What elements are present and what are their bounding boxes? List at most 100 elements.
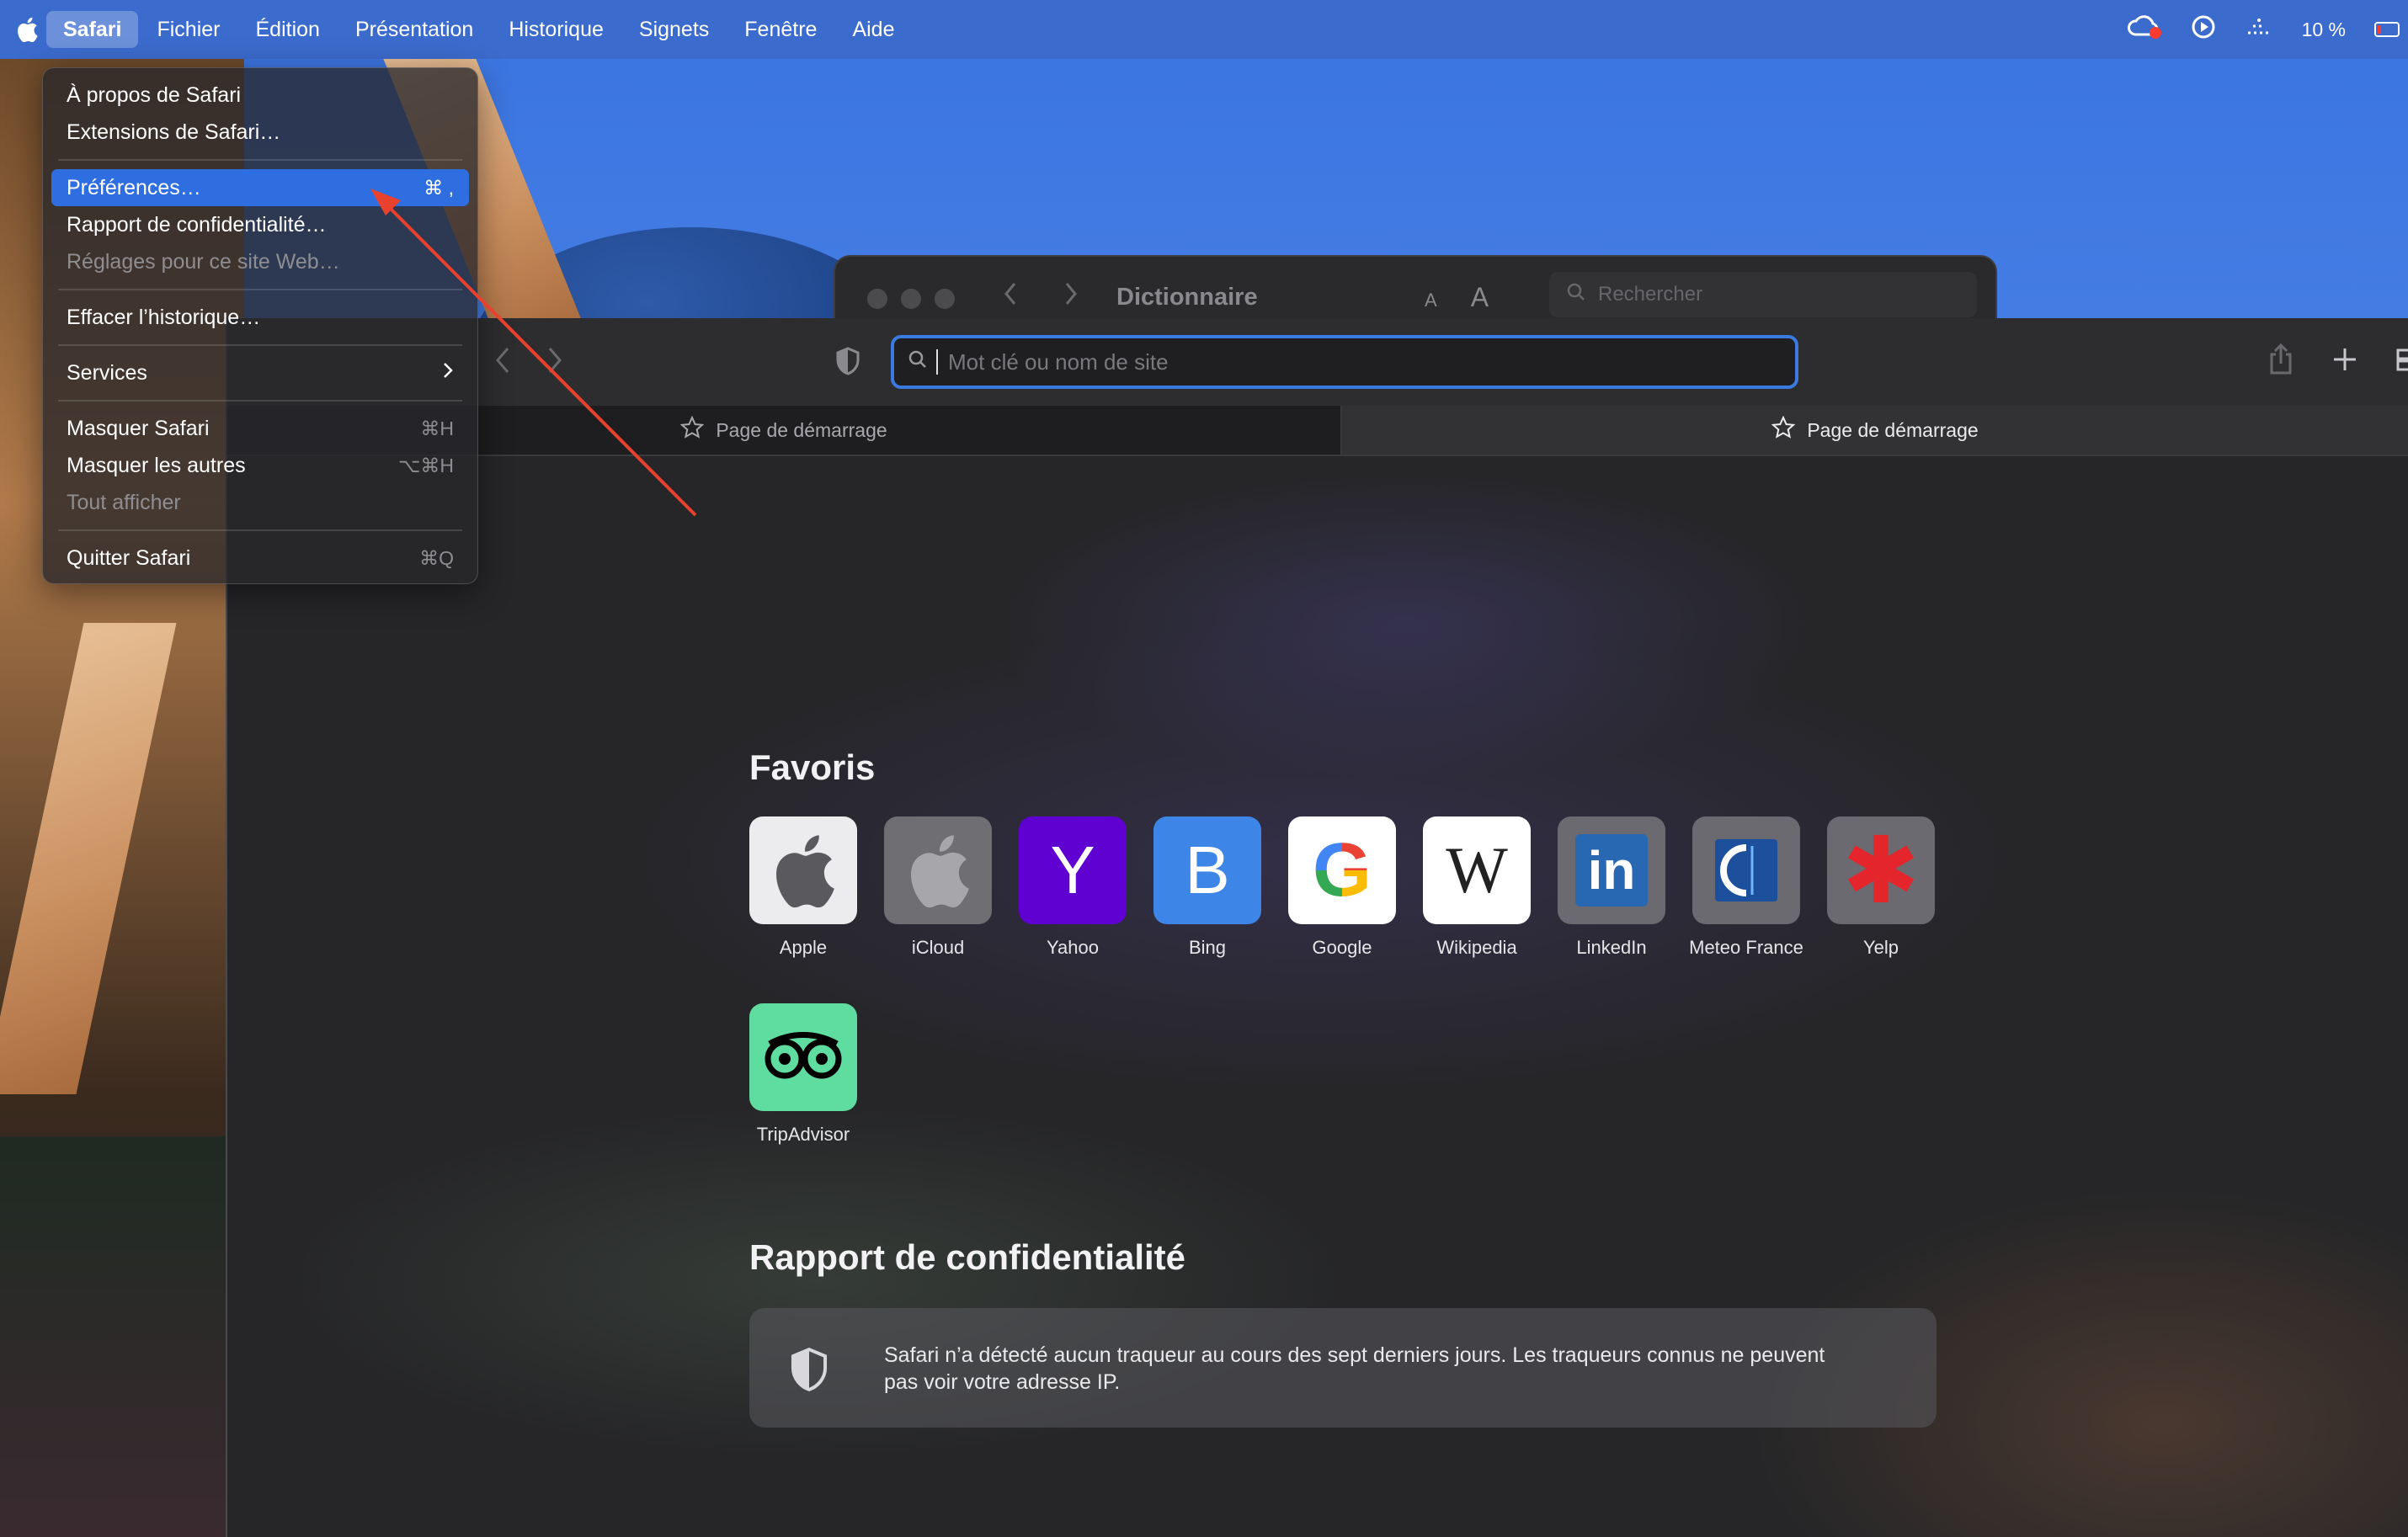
font-smaller-button[interactable]: A	[1425, 290, 1437, 311]
chevron-left-icon[interactable]	[1002, 280, 1019, 311]
menu-hide-safari[interactable]: Masquer Safari ⌘H	[51, 410, 469, 447]
tab-start-page-2[interactable]: Page de démarrage	[1340, 406, 2408, 455]
toolbar-right	[2268, 343, 2408, 380]
new-tab-icon[interactable]	[2332, 347, 2357, 376]
address-bar[interactable]: Mot clé ou nom de site	[891, 335, 1798, 389]
menu-services[interactable]: Services	[51, 354, 469, 391]
menu-preferences[interactable]: Préférences… ⌘ ,	[51, 169, 469, 206]
favorite-label: Yahoo	[1047, 937, 1099, 958]
yahoo-icon: Y	[1019, 816, 1127, 924]
menu-hide-others[interactable]: Masquer les autres ⌥⌘H	[51, 447, 469, 484]
favorite-label: TripAdvisor	[756, 1124, 850, 1145]
tab-label: Page de démarrage	[1807, 418, 1979, 441]
privacy-report-title: Rapport de confidentialité	[749, 1237, 1186, 1277]
favorite-wikipedia[interactable]: W Wikipedia	[1423, 816, 1531, 960]
creative-cloud-icon[interactable]	[2127, 14, 2162, 45]
menu-presentation[interactable]: Présentation	[338, 11, 490, 48]
text-caret	[936, 349, 938, 375]
menu-shortcut: ⌘Q	[419, 546, 454, 569]
tab-label: Page de démarrage	[716, 418, 887, 441]
menu-edition[interactable]: Édition	[239, 11, 337, 48]
meteo-france-icon	[1692, 816, 1800, 924]
menu-fenetre[interactable]: Fenêtre	[727, 11, 834, 48]
address-placeholder: Mot clé ou nom de site	[948, 348, 1169, 375]
safari-app-menu: À propos de Safari Extensions de Safari……	[42, 67, 478, 584]
favorite-bing[interactable]: B Bing	[1153, 816, 1261, 960]
tab-overview-icon[interactable]	[2396, 347, 2408, 376]
privacy-report-card[interactable]: Safari n’a détecté aucun traqueur au cou…	[749, 1308, 1937, 1428]
menu-item-label: Services	[67, 360, 147, 385]
share-icon[interactable]	[2268, 343, 2293, 380]
menu-fichier[interactable]: Fichier	[140, 11, 237, 48]
menu-item-label: Quitter Safari	[67, 545, 191, 570]
menu-item-label: Masquer les autres	[67, 453, 246, 477]
wallpaper-foliage	[0, 1136, 227, 1537]
favorite-tripadvisor[interactable]: TripAdvisor	[749, 1003, 857, 1146]
window-controls	[867, 289, 955, 309]
favorite-apple[interactable]: Apple	[749, 816, 857, 960]
font-larger-button[interactable]: A	[1471, 282, 1489, 313]
tripadvisor-icon	[749, 1003, 857, 1111]
close-button[interactable]	[867, 289, 887, 309]
favorite-icloud[interactable]: iCloud	[884, 816, 992, 960]
menu-separator	[58, 344, 462, 346]
minimize-button[interactable]	[901, 289, 921, 309]
menu-shortcut: ⌥⌘H	[397, 454, 454, 476]
favorite-label: Yelp	[1862, 937, 1899, 958]
linkedin-icon: in	[1558, 816, 1665, 924]
favorite-label: Wikipedia	[1436, 937, 1517, 958]
favorites-title: Favoris	[749, 747, 876, 787]
safari-window: Mot clé ou nom de site Page de démarrage…	[227, 318, 2408, 1537]
menu-separator	[58, 529, 462, 531]
menu-signets[interactable]: Signets	[622, 11, 726, 48]
menu-safari-extensions[interactable]: Extensions de Safari…	[51, 114, 469, 151]
favorite-yelp[interactable]: ✱ Yelp	[1827, 816, 1935, 960]
menu-site-settings: Réglages pour ce site Web…	[51, 243, 469, 280]
battery-percent[interactable]: 10 %	[2302, 19, 2346, 41]
menu-item-label: Effacer l’historique…	[67, 305, 261, 329]
navigation-buttons	[493, 343, 564, 381]
play-circle-icon[interactable]	[2191, 14, 2216, 45]
dictionary-search-field[interactable]: Rechercher	[1549, 272, 1977, 317]
menu-separator	[58, 289, 462, 290]
menu-separator	[58, 400, 462, 402]
privacy-report-text: Safari n’a détecté aucun traqueur au cou…	[884, 1343, 1825, 1394]
menu-show-all: Tout afficher	[51, 484, 469, 521]
menu-aide[interactable]: Aide	[835, 11, 911, 48]
chevron-right-icon[interactable]	[1063, 280, 1079, 311]
yelp-icon: ✱	[1827, 816, 1935, 924]
star-icon	[1771, 415, 1796, 444]
menu-quit-safari[interactable]: Quitter Safari ⌘Q	[51, 540, 469, 577]
favorite-meteo-france[interactable]: Meteo France	[1689, 816, 1803, 960]
privacy-shield-icon	[788, 1347, 830, 1396]
zoom-button[interactable]	[935, 289, 955, 309]
menu-privacy-report[interactable]: Rapport de confidentialité…	[51, 206, 469, 243]
dictionary-nav	[1002, 280, 1079, 311]
forward-button[interactable]	[546, 343, 564, 381]
apple-logo-icon	[884, 816, 992, 924]
font-size-controls: A A	[1425, 282, 1489, 313]
menu-separator	[58, 159, 462, 161]
favorite-label: Google	[1312, 937, 1372, 958]
weather-icon[interactable]	[2245, 16, 2273, 44]
menu-safari[interactable]: Safari	[46, 11, 139, 48]
apple-logo-icon	[749, 816, 857, 924]
favorite-linkedin[interactable]: in LinkedIn	[1558, 816, 1665, 960]
menu-clear-history[interactable]: Effacer l’historique…	[51, 299, 469, 336]
menu-about-safari[interactable]: À propos de Safari	[51, 77, 469, 114]
back-button[interactable]	[493, 343, 512, 381]
search-placeholder: Rechercher	[1598, 283, 1703, 306]
privacy-shield-icon[interactable]	[835, 347, 860, 380]
menu-historique[interactable]: Historique	[492, 11, 621, 48]
star-icon	[679, 415, 705, 444]
favorite-google[interactable]: G Google	[1288, 816, 1396, 960]
favorite-label: iCloud	[911, 937, 965, 958]
menu-item-label: Extensions de Safari…	[67, 120, 281, 144]
apple-menu-icon[interactable]	[8, 11, 45, 48]
favorite-label: LinkedIn	[1576, 937, 1647, 958]
menu-bar: Safari Fichier Édition Présentation Hist…	[0, 0, 2408, 59]
safari-toolbar: Mot clé ou nom de site	[227, 318, 2408, 406]
tab-bar: Page de démarrage Page de démarrage	[227, 406, 2408, 456]
battery-icon[interactable]	[2374, 22, 2400, 37]
favorite-yahoo[interactable]: Y Yahoo	[1019, 816, 1127, 960]
